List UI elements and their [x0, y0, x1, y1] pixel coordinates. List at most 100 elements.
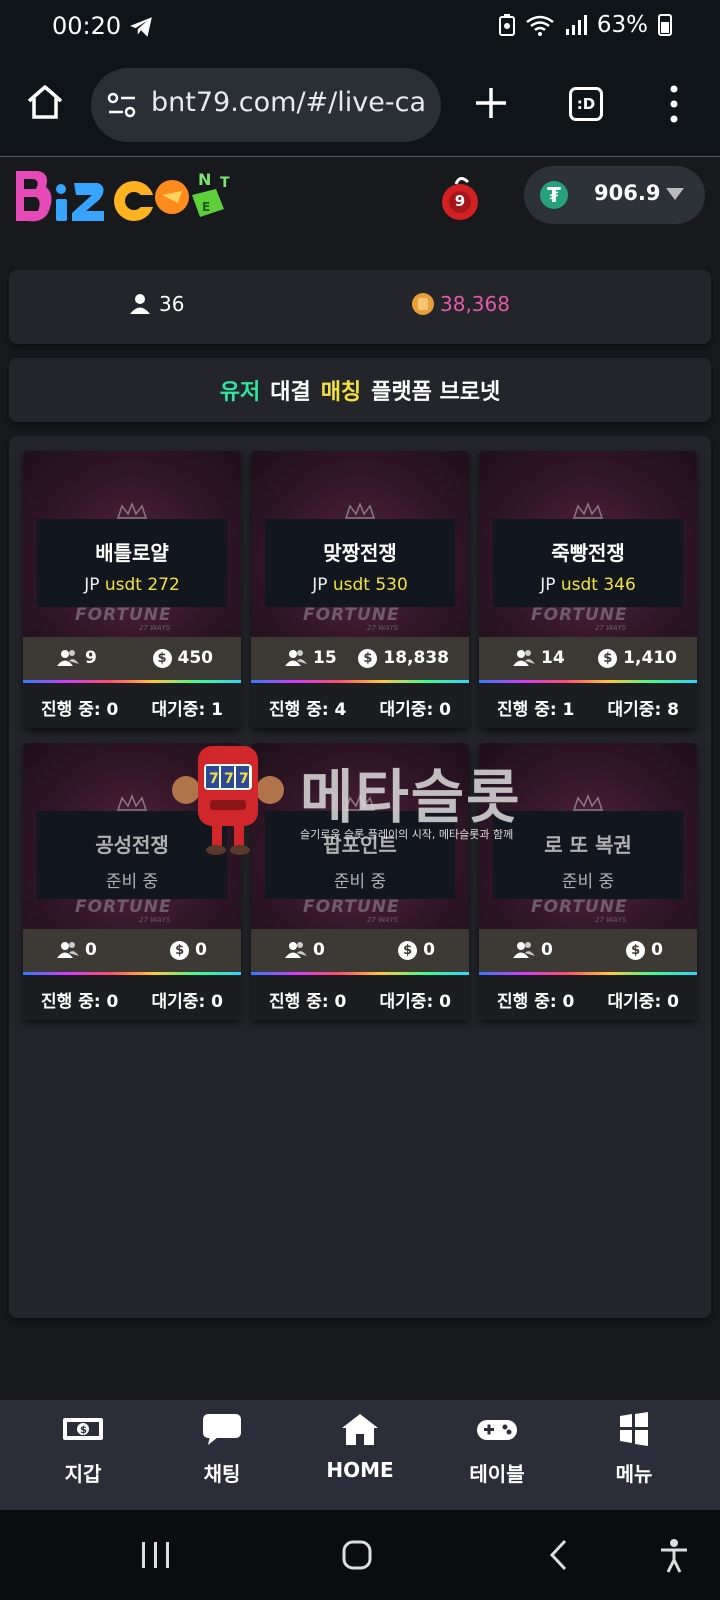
crown-ornament-icon	[344, 502, 376, 519]
card-pot-value: 18,838	[383, 648, 449, 668]
notification-count: 9	[454, 192, 466, 210]
card-title-box: 배틀로얄 JP usdt 272	[37, 519, 227, 607]
card-jackpot: JP usdt 530	[265, 575, 455, 595]
game-card-pop-point[interactable]: FORTUNE 27 WAYS 팝포인트 준비 중 0 $0 진행 중: 0 대…	[251, 743, 469, 1020]
chevron-down-icon[interactable]	[666, 188, 684, 200]
crown-ornament-icon	[116, 502, 148, 519]
battery-icon	[658, 14, 672, 36]
card-meta: 0 $0	[251, 929, 469, 972]
status-bar: 00:20 63%	[0, 0, 720, 54]
card-waiting: 대기중: 0	[379, 992, 451, 1012]
card-running: 진행 중: 1	[497, 700, 575, 720]
nav-home-label: HOME	[326, 1458, 394, 1482]
game-card-lottery[interactable]: FORTUNE 27 WAYS 로 또 복권 준비 중 0 $0 진행 중: 0…	[479, 743, 697, 1020]
coin-icon	[412, 293, 434, 315]
card-title-box: 죽빵전쟁 JP usdt 346	[493, 519, 683, 607]
card-players-count: 0	[541, 940, 553, 960]
banner-word-user: 유저	[219, 380, 261, 405]
card-meta: 9 $450	[23, 637, 241, 680]
wallet-icon: $	[63, 1418, 103, 1440]
users-icon	[513, 942, 535, 958]
card-waiting: 대기중: 0	[379, 700, 451, 720]
card-status: 진행 중: 0 대기중: 0	[251, 975, 469, 1020]
nav-table[interactable]: 테이블	[437, 1412, 557, 1487]
card-players: 15	[285, 648, 337, 668]
nav-menu[interactable]: 메뉴	[574, 1412, 694, 1487]
card-meta: 0 $0	[23, 929, 241, 972]
chat-icon	[203, 1414, 241, 1445]
card-art-fortune: FORTUNE	[75, 897, 172, 917]
url-text[interactable]: bnt79.com/#/live-ca	[151, 87, 436, 118]
card-pot: $1,410	[598, 648, 677, 668]
card-subtitle: 준비 중	[105, 872, 159, 892]
more-menu-icon[interactable]	[668, 84, 680, 124]
card-jackpot: JP usdt 346	[493, 575, 683, 595]
jackpot-value: usdt 272	[104, 575, 180, 595]
balance-selector[interactable]: ₮ 906.9	[524, 166, 705, 224]
card-title-box: 공성전쟁 준비 중	[37, 811, 227, 899]
card-title: 맞짱전쟁	[323, 541, 397, 565]
accessibility-icon[interactable]	[658, 1538, 690, 1574]
card-title: 로 또 복권	[544, 833, 632, 857]
card-status: 진행 중: 4 대기중: 0	[251, 683, 469, 728]
total-coins: 38,368	[412, 292, 510, 316]
tab-switcher-icon[interactable]: :D	[569, 87, 603, 121]
nav-home[interactable]: HOME	[300, 1412, 420, 1482]
dollar-icon: $	[598, 648, 618, 668]
card-title-box: 로 또 복권 준비 중	[493, 811, 683, 899]
card-pot-value: 0	[195, 940, 207, 960]
online-users: 36	[129, 292, 184, 316]
home-browser-icon[interactable]	[26, 84, 64, 120]
card-status: 진행 중: 0 대기중: 0	[23, 975, 241, 1020]
card-players: 9	[57, 648, 97, 668]
card-status: 진행 중: 0 대기중: 0	[479, 975, 697, 1020]
back-icon[interactable]	[548, 1539, 568, 1571]
crown-ornament-icon	[344, 794, 376, 811]
jackpot-prefix: JP	[84, 575, 100, 595]
game-card-siege-war[interactable]: FORTUNE 27 WAYS 공성전쟁 준비 중 0 $0 진행 중: 0 대…	[23, 743, 241, 1020]
svg-text:E: E	[202, 200, 210, 214]
menu-grid-icon	[620, 1412, 648, 1446]
nav-wallet-label: 지갑	[64, 1462, 102, 1486]
card-pot: $0	[398, 940, 435, 960]
dollar-icon: $	[170, 940, 190, 960]
crown-ornament-icon	[116, 794, 148, 811]
game-card-battle-royale[interactable]: FORTUNE 27 WAYS 배틀로얄 JP usdt 272 9 $450 …	[23, 451, 241, 728]
card-art-ways: 27 WAYS	[367, 916, 399, 924]
nav-table-label: 테이블	[469, 1462, 525, 1486]
jackpot-prefix: JP	[540, 575, 556, 595]
platform-banner: 유저 대결 매칭 플랫폼 브로넷	[9, 358, 711, 422]
nav-wallet[interactable]: $ 지갑	[23, 1412, 143, 1487]
card-running: 진행 중: 0	[269, 992, 347, 1012]
card-art-fortune: FORTUNE	[531, 897, 628, 917]
nav-chat-label: 채팅	[203, 1462, 241, 1486]
card-art-fortune: FORTUNE	[303, 605, 400, 625]
site-settings-icon[interactable]	[107, 92, 137, 118]
card-art-fortune: FORTUNE	[303, 897, 400, 917]
card-subtitle: 준비 중	[561, 872, 615, 892]
site-logo[interactable]: N T E	[12, 165, 237, 227]
card-art-ways: 27 WAYS	[139, 624, 171, 632]
card-art-fortune: FORTUNE	[531, 605, 628, 625]
online-users-count: 36	[159, 292, 185, 316]
card-pot: $0	[170, 940, 207, 960]
card-art-ways: 27 WAYS	[139, 916, 171, 924]
card-meta: 15 $18,838	[251, 637, 469, 680]
card-subtitle: 준비 중	[333, 872, 387, 892]
home-button-icon[interactable]	[341, 1539, 373, 1571]
nav-chat[interactable]: 채팅	[162, 1412, 282, 1487]
game-card-duel[interactable]: FORTUNE 27 WAYS 맞짱전쟁 JP usdt 530 15 $18,…	[251, 451, 469, 728]
balance-amount: 906.9	[594, 181, 661, 205]
card-pot-value: 450	[177, 648, 214, 668]
card-art-ways: 27 WAYS	[367, 624, 399, 632]
recent-apps-icon[interactable]	[140, 1540, 172, 1570]
card-art-ways: 27 WAYS	[595, 916, 627, 924]
card-players-count: 0	[85, 940, 97, 960]
game-card-punch-war[interactable]: FORTUNE 27 WAYS 죽빵전쟁 JP usdt 346 14 $1,4…	[479, 451, 697, 728]
new-tab-icon[interactable]	[474, 86, 508, 120]
banner-word-battle: 대결	[270, 380, 311, 405]
battery-saver-icon	[498, 14, 515, 36]
dollar-icon: $	[398, 940, 418, 960]
card-pot: $18,838	[358, 648, 449, 668]
address-bar[interactable]: bnt79.com/#/live-ca	[91, 68, 441, 142]
